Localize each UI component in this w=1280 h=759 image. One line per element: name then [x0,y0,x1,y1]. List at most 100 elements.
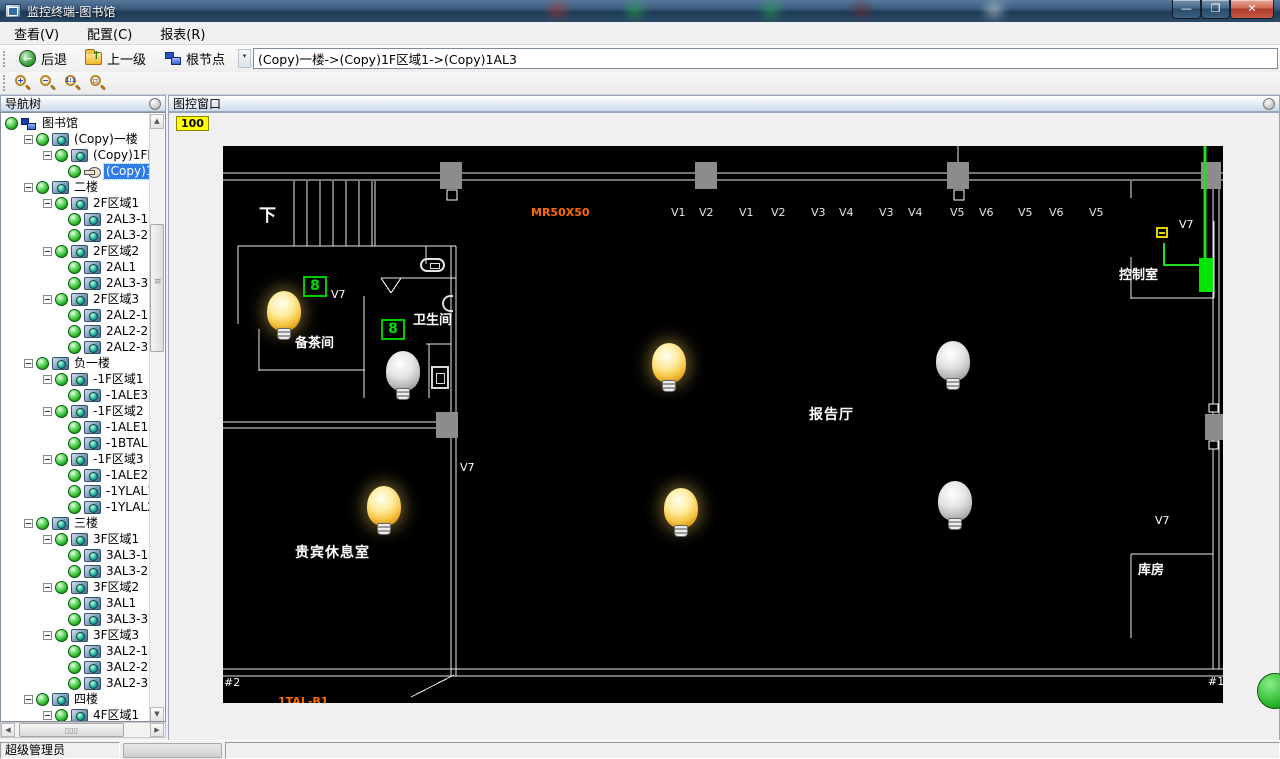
tree-vertical-scrollbar[interactable]: ▲ ▼ [149,114,164,721]
collapse-icon[interactable] [43,198,52,208]
minimize-button[interactable]: — [1172,0,1201,19]
tree-item-label[interactable]: -1ALE1 [104,420,150,435]
zoom-in-button[interactable]: + [12,73,36,93]
light-bulb-off-1[interactable] [386,351,420,407]
tree-item-2F2[interactable]: 2F区域2 [1,243,150,259]
light-bulb-on-2[interactable] [652,343,686,399]
back-button[interactable]: ← 后退 [12,47,74,70]
tree-item-label[interactable]: 图书馆 [40,116,80,131]
tree-item-2F3[interactable]: 2F区域3 [1,291,150,307]
menu-item-2[interactable]: 报表(R) [146,22,219,45]
tree-item--1ALE3[interactable]: -1ALE3 [1,387,150,403]
tree-item-2AL2-3[interactable]: 2AL2-3 [1,339,150,355]
tree-item-label[interactable]: 3AL3-1 [104,548,150,563]
tree-item-label[interactable]: 2AL2-1 [104,308,150,323]
tree-item-label[interactable]: 2F区域2 [91,244,141,259]
tree-item-label[interactable]: -1YLAL1 [104,484,150,499]
scroll-left-button[interactable]: ◀ [1,723,15,737]
tree-item-label[interactable]: (Copy)一楼 [72,132,140,147]
tree-item-3F3[interactable]: 3F区域3 [1,627,150,643]
collapse-icon[interactable] [43,710,52,720]
tree-item-label[interactable]: -1ALE3 [104,388,150,403]
tree-item-[interactable]: 四楼 [1,691,150,707]
tree-item-4F1[interactable]: 4F区域1 [1,707,150,721]
collapse-icon[interactable] [24,134,33,144]
tree-item--1F2[interactable]: -1F区域2 [1,403,150,419]
light-bulb-on-0[interactable] [267,291,301,347]
tree-item-label[interactable]: 四楼 [72,692,100,707]
collapse-icon[interactable] [43,534,52,544]
up-level-button[interactable]: 上一级 [78,47,153,70]
tree-item--1ALE2[interactable]: -1ALE2 [1,467,150,483]
tree-item-3AL2-1[interactable]: 3AL2-1 [1,643,150,659]
tree-item-2F1[interactable]: 2F区域1 [1,195,150,211]
light-bulb-on-6[interactable] [367,486,401,542]
collapse-icon[interactable] [43,630,52,640]
tree-item-2AL1[interactable]: 2AL1 [1,259,150,275]
panel-pin-icon[interactable] [1263,98,1275,110]
zoom-fit-button[interactable]: ▫ [87,73,111,93]
tree-item--1F3[interactable]: -1F区域3 [1,451,150,467]
tree-item-3AL1[interactable]: 3AL1 [1,595,150,611]
tree-item-label[interactable]: 3AL3-2 [104,564,150,579]
close-button[interactable]: ✕ [1230,0,1274,19]
tree-item-label[interactable]: -1F区域2 [91,404,146,419]
tree-item-2AL2-2[interactable]: 2AL2-2 [1,323,150,339]
tree-item-label[interactable]: 3F区域2 [91,580,141,595]
zoom-out-button[interactable]: − [37,73,61,93]
tree-item-label[interactable]: 3F区域3 [91,628,141,643]
collapse-icon[interactable] [43,294,52,304]
tree-item-label[interactable]: 三楼 [72,516,100,531]
tree-item--1YLAL2[interactable]: -1YLAL2 [1,499,150,515]
collapse-icon[interactable] [43,246,52,256]
tree-item-2AL3-1[interactable]: 2AL3-1 [1,211,150,227]
tree-item--1ALE1[interactable]: -1ALE1 [1,419,150,435]
tree-item-2AL3-3[interactable]: 2AL3-3 [1,275,150,291]
tree-item-3AL3-3[interactable]: 3AL3-3 [1,611,150,627]
tree-item--1BTAL[interactable]: -1BTAL [1,435,150,451]
panel-pin-icon[interactable] [149,98,161,110]
scroll-up-button[interactable]: ▲ [150,114,164,129]
light-bulb-off-5[interactable] [938,481,972,537]
collapse-icon[interactable] [24,358,33,368]
scroll-right-button[interactable]: ▶ [150,723,164,737]
tree-item-2AL3-2[interactable]: 2AL3-2 [1,227,150,243]
lamp-symbol-icon-1[interactable]: 8 [381,319,405,340]
tree-item-label[interactable]: 2F区域1 [91,196,141,211]
tree-item-label[interactable]: 2AL3-1 [104,212,150,227]
floorplan-canvas[interactable]: V1 V2 V1 V2 V3 V4 V3 V4 V5 V6 V5 V6 V5 下 MR50X50 V7 卫生间备… [223,146,1223,703]
tree-item-label[interactable]: 3AL1 [104,596,138,611]
tree-item-[interactable]: 负一楼 [1,355,150,371]
horizontal-scroll-thumb[interactable]: ▯▯▯ [19,723,124,737]
tree-item-3AL3-2[interactable]: 3AL3-2 [1,563,150,579]
collapse-icon[interactable] [24,518,33,528]
collapse-icon[interactable] [24,182,33,192]
tree-item-label[interactable]: -1F区域1 [91,372,146,387]
tree-item-label[interactable]: 2AL1 [104,260,138,275]
tree-item-label[interactable]: 3AL2-3 [104,676,150,691]
tree-item-2AL2-1[interactable]: 2AL2-1 [1,307,150,323]
scroll-down-button[interactable]: ▼ [150,707,164,721]
tree-item-(Copy)[interactable]: (Copy)一楼 [1,131,150,147]
tree-item-[interactable]: 三楼 [1,515,150,531]
tree-item-label[interactable]: 2AL2-2 [104,324,150,339]
tree-item-(Copy)1AL3[interactable]: (Copy)1AL3 [1,162,150,180]
tree-item-3F2[interactable]: 3F区域2 [1,579,150,595]
light-bulb-off-3[interactable] [936,341,970,397]
tree-item-label[interactable]: 负一楼 [72,356,112,371]
tree-item-[interactable]: 二楼 [1,179,150,195]
menu-item-1[interactable]: 配置(C) [73,22,146,45]
zoom-actual-button[interactable]: 1:1 [62,73,86,93]
tree-item-3AL3-1[interactable]: 3AL3-1 [1,547,150,563]
tree-item-label[interactable]: -1YLAL2 [104,500,150,515]
vertical-scroll-thumb[interactable] [150,224,164,352]
restore-button[interactable]: ❐ [1201,0,1230,19]
tree-item-label[interactable]: 3F区域1 [91,532,141,547]
root-node-button[interactable]: 根节点 [157,47,232,70]
tree-item-label[interactable]: 二楼 [72,180,100,195]
tree-item-label[interactable]: (Copy)1F区域1 [91,148,150,163]
tree-item--1YLAL1[interactable]: -1YLAL1 [1,483,150,499]
breadcrumb-path-input[interactable] [253,48,1278,69]
collapse-icon[interactable] [43,406,52,416]
tree-item-label[interactable]: 3AL3-3 [104,612,150,627]
